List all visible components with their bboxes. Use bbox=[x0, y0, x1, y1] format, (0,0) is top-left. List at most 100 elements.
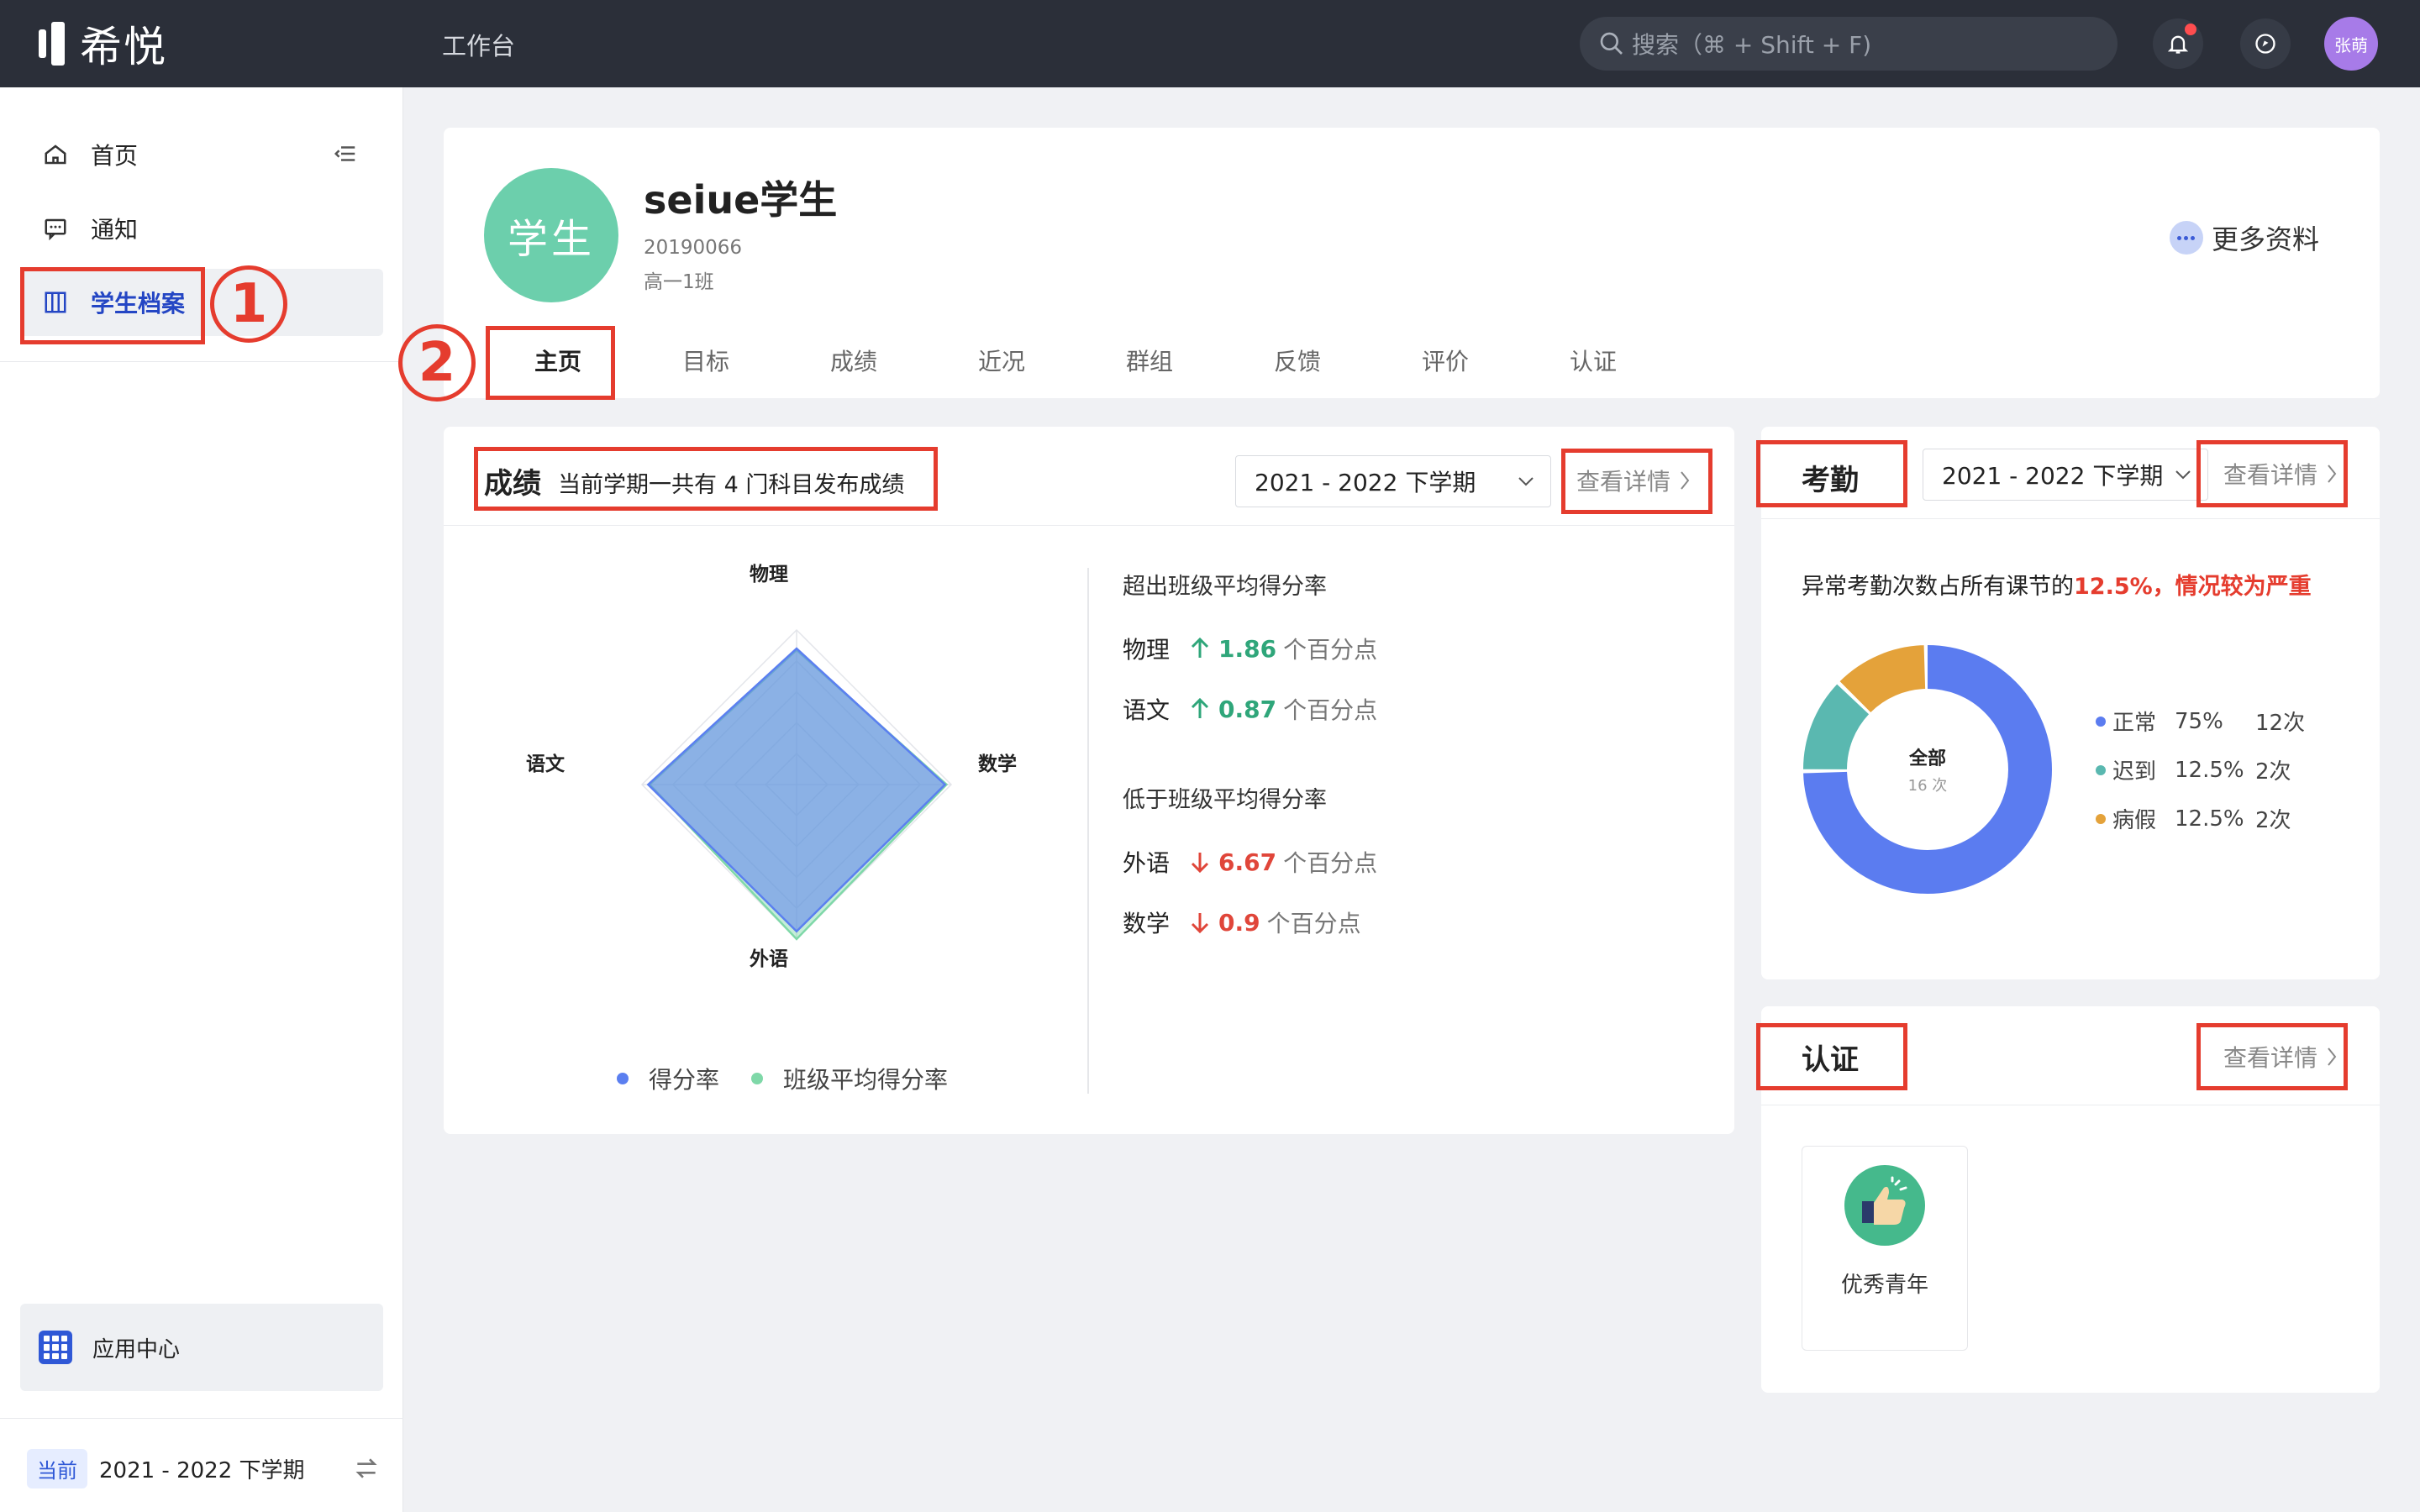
swap-icon[interactable] bbox=[353, 1455, 380, 1488]
logo-mark-icon bbox=[39, 22, 65, 66]
sidebar-footer-divider bbox=[0, 1418, 403, 1419]
student-id: 20190066 bbox=[644, 237, 743, 259]
legend-percent: 12.5% bbox=[2175, 806, 2244, 832]
annotation-box-attendance-title bbox=[1756, 440, 1907, 507]
diff-value: 0.87 bbox=[1218, 695, 1277, 723]
thumbs-up-icon bbox=[1844, 1165, 1925, 1246]
unit-label: 个百分点 bbox=[1283, 696, 1378, 724]
chevron-down-icon bbox=[2175, 470, 2191, 480]
attendance-term-value: 2021 - 2022 下学期 bbox=[1942, 462, 2164, 490]
donut-center: 全部 16 次 bbox=[1802, 643, 2054, 895]
message-icon bbox=[40, 213, 71, 244]
bell-icon bbox=[2167, 35, 2189, 54]
notification-button[interactable] bbox=[2153, 18, 2203, 69]
scores-header: 成绩 当前学期一共有 4 门科目发布成绩 2021 - 2022 下学期 查看详… bbox=[444, 427, 1734, 526]
collapse-sidebar-icon[interactable] bbox=[333, 141, 358, 170]
sidebar-item-label: 通知 bbox=[91, 216, 139, 244]
radar-axis-label-top: 物理 bbox=[750, 564, 788, 585]
search-icon bbox=[1600, 32, 1623, 55]
home-icon bbox=[40, 139, 71, 170]
below-average-heading: 低于班级平均得分率 bbox=[1123, 787, 1327, 813]
attendance-term-select[interactable]: 2021 - 2022 下学期 bbox=[1923, 449, 2208, 501]
legend-dot bbox=[751, 1073, 763, 1084]
legend-dot bbox=[2096, 764, 2106, 775]
legend-name: 正常 bbox=[2112, 711, 2157, 736]
app-center-button[interactable]: 应用中心 bbox=[20, 1304, 383, 1391]
student-class: 高一1班 bbox=[644, 271, 714, 293]
diff-value: 1.86 bbox=[1218, 634, 1277, 663]
unit-label: 个百分点 bbox=[1283, 849, 1378, 877]
search-input[interactable]: 搜索（⌘ + Shift + F) bbox=[1580, 17, 2118, 71]
unit-label: 个百分点 bbox=[1283, 636, 1378, 664]
annotation-box-certification-title bbox=[1756, 1023, 1907, 1090]
above-average-heading: 超出班级平均得分率 bbox=[1123, 574, 1327, 600]
help-button[interactable] bbox=[2240, 18, 2291, 69]
more-dots-icon bbox=[2169, 221, 2203, 255]
more-info-button[interactable]: 更多资料 bbox=[2169, 218, 2319, 257]
attendance-note: 异常考勤次数占所有课节的12.5%，情况较为严重 bbox=[1802, 568, 2312, 601]
tab-groups[interactable]: 群组 bbox=[1076, 326, 1223, 398]
annotation-box-home-tab bbox=[486, 326, 615, 400]
current-term-switcher[interactable]: 当前 2021 - 2022 下学期 bbox=[27, 1446, 380, 1490]
app-name: 希悦 bbox=[80, 23, 167, 71]
tab-recent[interactable]: 近况 bbox=[928, 326, 1076, 398]
unit-label: 个百分点 bbox=[1266, 910, 1361, 937]
student-name: seiue学生 bbox=[644, 177, 838, 223]
arrow-down-icon bbox=[1191, 853, 1209, 873]
user-avatar[interactable]: 张萌 bbox=[2324, 17, 2378, 71]
top-bar: 希悦 工作台 搜索（⌘ + Shift + F) 张萌 bbox=[0, 0, 2420, 87]
diff-value: 0.9 bbox=[1218, 908, 1260, 937]
legend-dot bbox=[2096, 716, 2106, 727]
certification-header: 认证 查看详情 bbox=[1756, 1006, 2380, 1105]
subject-label: 数学 bbox=[1123, 910, 1171, 937]
donut-center-label: 全部 bbox=[1908, 748, 1946, 769]
legend-label: 得分率 bbox=[649, 1066, 720, 1094]
tab-goals[interactable]: 目标 bbox=[632, 326, 780, 398]
workbench-link[interactable]: 工作台 bbox=[442, 27, 515, 62]
attendance-legend-normal: 正常 75% 12次 bbox=[2096, 706, 2305, 737]
radar-legend-score: 得分率 bbox=[617, 1062, 719, 1095]
legend-dot bbox=[617, 1073, 629, 1084]
annotation-box-attendance-detail bbox=[2196, 440, 2348, 507]
certification-badge[interactable]: 优秀青年 bbox=[1802, 1146, 1968, 1351]
tab-feedback[interactable]: 反馈 bbox=[1223, 326, 1371, 398]
search-placeholder: 搜索（⌘ + Shift + F) bbox=[1632, 31, 1872, 59]
current-badge: 当前 bbox=[27, 1448, 87, 1488]
arrow-up-icon bbox=[1191, 698, 1209, 718]
attendance-legend-sick: 病假 12.5% 2次 bbox=[2096, 803, 2291, 834]
legend-dot bbox=[2096, 813, 2106, 824]
subject-label: 物理 bbox=[1123, 636, 1171, 664]
attendance-note-highlight: 12.5%，情况较为严重 bbox=[2074, 574, 2312, 600]
below-row-english: 外语 6.67 个百分点 bbox=[1123, 845, 1377, 879]
compass-icon bbox=[2255, 34, 2275, 54]
arrow-down-icon bbox=[1191, 913, 1209, 933]
legend-label: 班级平均得分率 bbox=[783, 1066, 949, 1094]
diff-value: 6.67 bbox=[1218, 848, 1277, 876]
legend-name: 病假 bbox=[2112, 808, 2157, 833]
student-avatar: 学生 bbox=[484, 168, 618, 302]
sidebar-item-home[interactable]: 首页 bbox=[20, 121, 383, 188]
legend-count: 12次 bbox=[2255, 711, 2306, 736]
subject-label: 语文 bbox=[1123, 696, 1171, 724]
current-term: 2021 - 2022 下学期 bbox=[99, 1457, 305, 1483]
legend-percent: 75% bbox=[2175, 708, 2223, 734]
radar-axis-label-bottom: 外语 bbox=[750, 948, 788, 970]
scores-term-value: 2021 - 2022 下学期 bbox=[1255, 469, 1476, 496]
radar-legend-class-avg: 班级平均得分率 bbox=[751, 1062, 948, 1095]
tab-evaluation[interactable]: 评价 bbox=[1371, 326, 1519, 398]
attendance-card: 考勤 2021 - 2022 下学期 查看详情 异常考勤次数占所有课节的12.5… bbox=[1756, 427, 2380, 979]
scores-term-select[interactable]: 2021 - 2022 下学期 bbox=[1235, 455, 1551, 507]
annotation-number-1: 1 bbox=[210, 265, 287, 343]
app-logo[interactable]: 希悦 bbox=[39, 20, 167, 71]
profile-card: 学生 seiue学生 20190066 高一1班 更多资料 主页 目标 成绩 近… bbox=[444, 128, 2380, 398]
sidebar-item-notices[interactable]: 通知 bbox=[20, 195, 383, 262]
tab-scores[interactable]: 成绩 bbox=[780, 326, 928, 398]
tab-certification[interactable]: 认证 bbox=[1519, 326, 1667, 398]
profile-tabs: 主页 目标 成绩 近况 群组 反馈 评价 认证 bbox=[484, 326, 1667, 398]
legend-count: 2次 bbox=[2255, 759, 2291, 785]
legend-count: 2次 bbox=[2255, 808, 2291, 833]
scores-divider bbox=[1087, 568, 1089, 1094]
radar-chart: 物理 数学 外语 语文 bbox=[477, 556, 1116, 1026]
below-row-math: 数学 0.9 个百分点 bbox=[1123, 906, 1361, 939]
annotation-box-student-archive bbox=[20, 267, 205, 344]
